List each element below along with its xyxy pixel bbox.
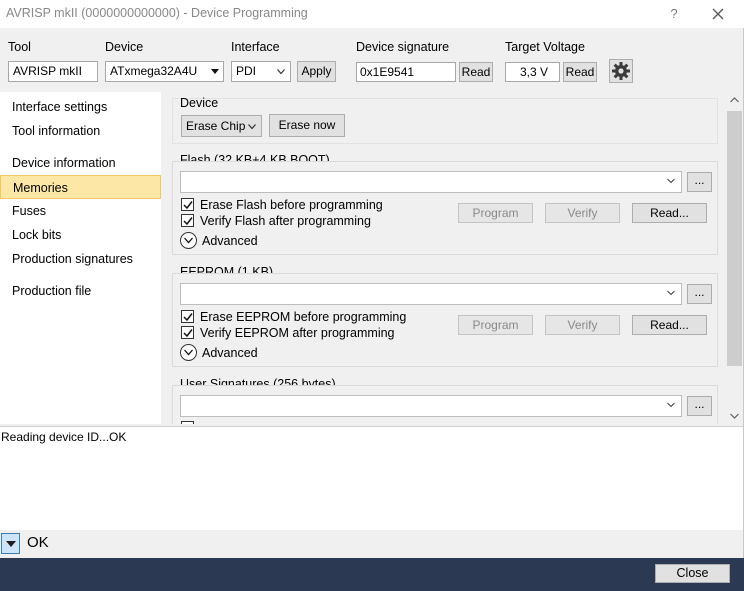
- chevron-down-icon: [248, 124, 256, 130]
- close-icon: [712, 8, 724, 20]
- status-bar: [0, 530, 744, 558]
- erase-eeprom-checkbox[interactable]: [181, 310, 194, 323]
- flash-file-input[interactable]: [180, 171, 682, 193]
- checkmark-icon: [183, 329, 193, 338]
- sidebar-item-production-signatures[interactable]: Production signatures: [0, 247, 161, 271]
- read-voltage-button[interactable]: Read: [563, 62, 597, 82]
- interface-label: Interface: [231, 40, 280, 54]
- user-signatures-checkbox[interactable]: [181, 421, 194, 424]
- flash-advanced-toggle[interactable]: [180, 232, 197, 249]
- sidebar-item-tool-information[interactable]: Tool information: [0, 119, 161, 143]
- sidebar-item-production-file[interactable]: Production file: [0, 279, 161, 303]
- sidebar: Interface settings Tool information Devi…: [0, 92, 161, 424]
- window-title: AVRISP mkII (0000000000000) - Device Pro…: [6, 6, 308, 20]
- window-close-button[interactable]: [705, 2, 731, 26]
- eeprom-advanced-label[interactable]: Advanced: [202, 346, 258, 360]
- log-text: Reading device ID...OK: [1, 430, 127, 444]
- checkmark-icon: [183, 201, 193, 210]
- erase-mode-select[interactable]: Erase Chip: [181, 115, 262, 137]
- close-button[interactable]: Close: [655, 564, 730, 583]
- log-toggle-button[interactable]: [1, 533, 20, 554]
- scroll-up-icon[interactable]: [730, 97, 739, 103]
- eeprom-advanced-toggle[interactable]: [180, 344, 197, 361]
- sidebar-item-fuses[interactable]: Fuses: [0, 199, 161, 223]
- flash-verify-button[interactable]: Verify: [545, 203, 620, 223]
- eeprom-read-button[interactable]: Read...: [632, 315, 707, 335]
- chevron-down-icon: [667, 290, 675, 296]
- chevron-down-icon: [667, 178, 675, 184]
- eeprom-program-button[interactable]: Program: [458, 315, 533, 335]
- tool-select-value: AVRISP mkII: [13, 64, 82, 78]
- scroll-down-icon[interactable]: [730, 413, 739, 419]
- erase-flash-label: Erase Flash before programming: [200, 198, 383, 212]
- flash-advanced-label[interactable]: Advanced: [202, 234, 258, 248]
- read-signature-button[interactable]: Read: [459, 62, 493, 82]
- chevron-down-icon: [277, 69, 285, 75]
- tool-select[interactable]: AVRISP mkII: [8, 61, 98, 82]
- target-voltage-label: Target Voltage: [505, 40, 585, 54]
- scrollbar-thumb[interactable]: [727, 111, 742, 366]
- target-voltage-field[interactable]: 3,3 V: [505, 62, 560, 82]
- device-group-title: Device: [180, 96, 219, 110]
- erase-now-button[interactable]: Erase now: [269, 114, 345, 137]
- tool-label: Tool: [8, 40, 31, 54]
- settings-button[interactable]: [609, 59, 633, 83]
- eeprom-file-input[interactable]: [180, 283, 682, 305]
- chevron-down-icon: [184, 349, 193, 356]
- gear-icon: [612, 62, 630, 80]
- device-select[interactable]: ATxmega32A4U: [105, 61, 224, 82]
- flash-browse-button[interactable]: ...: [687, 172, 712, 192]
- eeprom-verify-button[interactable]: Verify: [545, 315, 620, 335]
- erase-flash-checkbox[interactable]: [181, 198, 194, 211]
- apply-button[interactable]: Apply: [297, 61, 336, 82]
- status-text: OK: [27, 534, 49, 551]
- interface-select-value: PDI: [236, 64, 257, 78]
- flash-read-button[interactable]: Read...: [632, 203, 707, 223]
- user-signatures-browse-button[interactable]: ...: [687, 396, 712, 416]
- user-signatures-file-input[interactable]: [180, 395, 682, 417]
- triangle-down-icon: [6, 541, 16, 547]
- device-signature-label: Device signature: [356, 40, 450, 54]
- verify-eeprom-label: Verify EEPROM after programming: [200, 326, 395, 340]
- footer-bar: [0, 558, 744, 591]
- memories-panel: Device Erase Chip Erase now Flash (32 KB…: [162, 92, 726, 424]
- verify-eeprom-checkbox[interactable]: [181, 326, 194, 339]
- device-signature-field[interactable]: 0x1E9541: [356, 62, 456, 82]
- device-programming-window: AVRISP mkII (0000000000000) - Device Pro…: [0, 0, 744, 591]
- verify-flash-checkbox[interactable]: [181, 214, 194, 227]
- sidebar-item-device-information[interactable]: Device information: [0, 151, 161, 175]
- interface-select[interactable]: PDI: [231, 61, 291, 82]
- erase-eeprom-label: Erase EEPROM before programming: [200, 310, 407, 324]
- sidebar-item-interface-settings[interactable]: Interface settings: [0, 95, 161, 119]
- sidebar-item-memories[interactable]: Memories: [0, 175, 161, 199]
- erase-mode-value: Erase Chip: [186, 119, 246, 133]
- dropdown-arrow-icon: [211, 69, 219, 74]
- verify-flash-label: Verify Flash after programming: [200, 214, 371, 228]
- eeprom-browse-button[interactable]: ...: [687, 284, 712, 304]
- flash-program-button[interactable]: Program: [458, 203, 533, 223]
- help-button[interactable]: ?: [662, 3, 686, 25]
- checkmark-icon: [183, 313, 193, 322]
- sidebar-item-lock-bits[interactable]: Lock bits: [0, 223, 161, 247]
- checkmark-icon: [183, 217, 193, 226]
- chevron-down-icon: [184, 237, 193, 244]
- chevron-down-icon: [667, 402, 675, 408]
- device-select-value: ATxmega32A4U: [110, 64, 198, 78]
- device-label: Device: [105, 40, 144, 54]
